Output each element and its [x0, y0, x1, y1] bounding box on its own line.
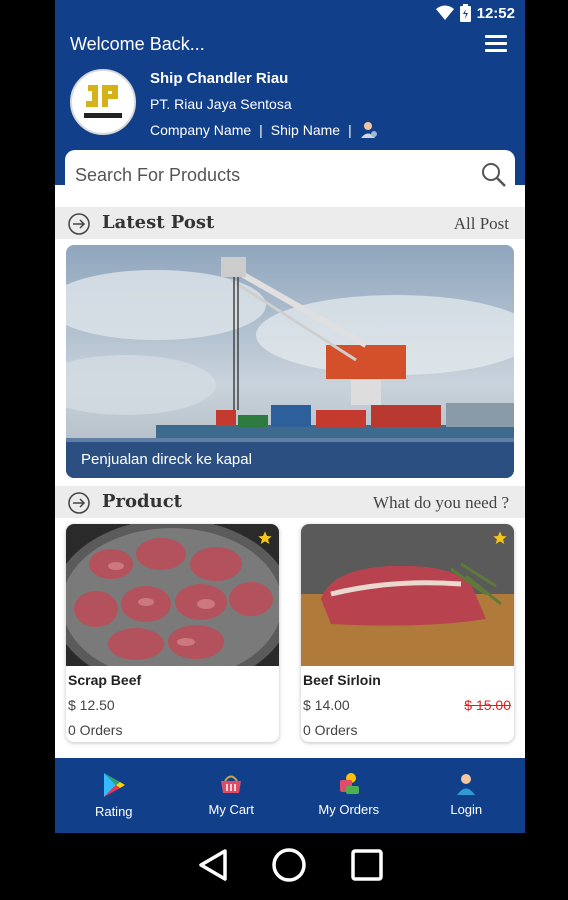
latest-post-banner[interactable]: Penjualan direck ke kapal: [66, 245, 514, 478]
favorite-star-icon[interactable]: [492, 530, 508, 546]
product-header: Product What do you need ?: [55, 486, 525, 518]
all-post-link[interactable]: All Post: [454, 214, 509, 234]
latest-post-header: Latest Post All Post: [55, 207, 525, 239]
user-settings-icon[interactable]: [360, 121, 378, 139]
nav-my-cart[interactable]: My Cart: [173, 758, 291, 833]
app-screen: 12:52 Welcome Back... Ship Chandler Riau…: [55, 0, 525, 900]
product-old-price: $ 15.00: [464, 697, 511, 713]
search-icon[interactable]: [481, 162, 507, 188]
product-orders: 0 Orders: [303, 722, 358, 738]
play-store-icon: [103, 773, 125, 797]
nav-my-orders[interactable]: My Orders: [290, 758, 408, 833]
nav-label: My Orders: [318, 802, 380, 817]
wifi-icon: [435, 5, 454, 20]
status-time: 12:52: [476, 4, 515, 22]
orders-icon: [339, 773, 359, 794]
latest-post-title: Latest Post: [102, 212, 215, 233]
nav-label: Login: [450, 802, 483, 817]
search-bar: [65, 150, 515, 200]
battery-icon: [459, 4, 471, 22]
back-icon[interactable]: [195, 847, 231, 883]
hamburger-menu-icon[interactable]: [485, 35, 507, 53]
recent-apps-icon[interactable]: [350, 848, 384, 882]
banner-caption: Penjualan direck ke kapal: [81, 451, 252, 468]
product-name: Scrap Beef: [68, 672, 142, 688]
home-icon[interactable]: [271, 847, 307, 883]
product-orders: 0 Orders: [68, 722, 123, 738]
nav-rating[interactable]: Rating: [55, 758, 173, 833]
favorite-star-icon[interactable]: [257, 530, 273, 546]
company-logo: [70, 69, 136, 135]
nav-label: Rating: [94, 804, 133, 819]
basket-icon: [221, 775, 242, 793]
ship-name-link[interactable]: Ship Name: [271, 122, 340, 138]
product-image: [66, 524, 279, 666]
bottom-navigation: Rating My Cart My Orders Login: [55, 758, 525, 833]
separator: |: [348, 122, 352, 138]
system-navigation-bar: [0, 833, 568, 900]
what-do-you-need-link[interactable]: What do you need ?: [373, 493, 509, 513]
user-icon: [457, 774, 476, 795]
welcome-text: Welcome Back...: [70, 34, 205, 54]
crane-ship-image: [66, 245, 514, 478]
product-card[interactable]: Beef Sirloin $ 14.00 $ 15.00 0 Orders: [301, 524, 514, 742]
nav-label: My Cart: [208, 802, 255, 817]
product-card[interactable]: Scrap Beef $ 12.50 0 Orders: [66, 524, 279, 742]
nav-login[interactable]: Login: [408, 758, 526, 833]
product-image: [301, 524, 514, 666]
company-subtitle: PT. Riau Jaya Sentosa: [150, 96, 292, 112]
company-title: Ship Chandler Riau: [150, 70, 289, 87]
product-title: Product: [102, 491, 182, 512]
product-price: $ 12.50: [68, 697, 115, 713]
product-price: $ 14.00: [303, 697, 350, 713]
arrow-circle-icon: [68, 492, 90, 514]
status-bar: 12:52: [55, 0, 525, 28]
product-name: Beef Sirloin: [303, 672, 381, 688]
search-input[interactable]: [75, 162, 475, 188]
company-name-link[interactable]: Company Name: [150, 122, 251, 138]
separator: |: [259, 122, 263, 138]
arrow-circle-icon: [68, 213, 90, 235]
company-links: Company Name | Ship Name |: [150, 121, 378, 139]
